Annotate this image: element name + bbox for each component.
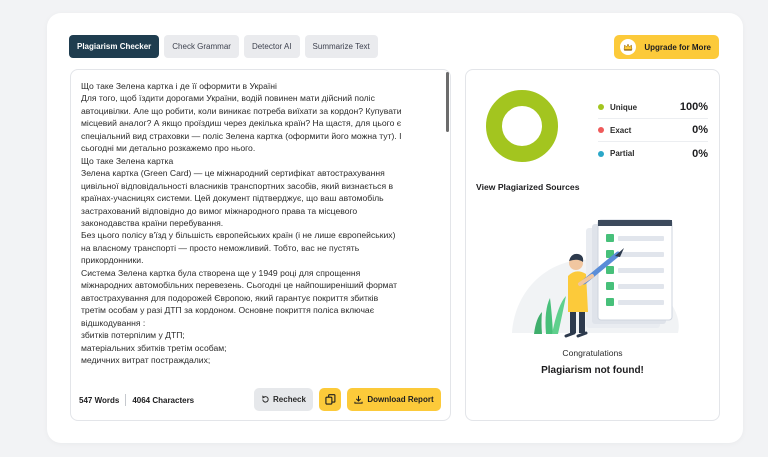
editor-text-line: міжнародних автомобільних перевезень. Сь… [81, 280, 398, 291]
legend-row-partial: Partial 0% [598, 142, 708, 165]
editor-text-line: країнах-учасницях системи. Цей документ … [81, 193, 384, 204]
editor-text-line: застрахований відповідно до вимог міжнар… [81, 205, 358, 216]
plagiarism-not-found-text: Plagiarism not found! [541, 365, 644, 376]
word-count: 547 Words [79, 395, 120, 405]
refresh-icon [262, 395, 269, 403]
editor-text-area[interactable]: Що таке Зелена картка і де її оформити в… [81, 80, 443, 382]
editor-text-line: збитків потерпілим у ДТП; [81, 330, 185, 341]
recheck-button[interactable]: Recheck [254, 388, 313, 411]
tab-plagiarism-checker[interactable]: Plagiarism Checker [69, 35, 160, 58]
editor-text-line: сьогодні ми детально розкажемо про нього… [81, 143, 256, 154]
editor-text-line: автострахування для подорожей Європою, я… [81, 292, 379, 303]
congratulations-text: Congratulations [562, 348, 623, 358]
tab-check-grammar[interactable]: Check Grammar [164, 35, 239, 58]
editor-text-line: матеріальних збитків третім особам; [81, 342, 227, 353]
tab-summarize-text[interactable]: Summarize Text [304, 35, 378, 58]
text-stats: 547 Words 4064 Characters [79, 388, 194, 412]
stats-divider [125, 394, 127, 406]
originality-donut-chart [486, 90, 558, 162]
main-card: Plagiarism Checker Check Grammar Detecto… [47, 13, 743, 443]
download-label: Download Report [367, 395, 434, 404]
editor-scrollbar[interactable] [446, 72, 449, 132]
editor-text-line: спеціальний вид страховки — поліс Зелена… [81, 130, 402, 141]
results-panel: Unique 100% Exact 0% Partial 0% View Pla… [465, 69, 720, 421]
checklist-illustration [512, 219, 679, 338]
unique-ring [486, 90, 558, 162]
results-legend: Unique 100% Exact 0% Partial 0% [598, 96, 708, 165]
tab-detector-ai[interactable]: Detector AI [243, 35, 300, 58]
partial-dot [598, 150, 604, 157]
legend-row-unique: Unique 100% [598, 96, 708, 119]
editor-text-line: Система Зелена картка була створена ще у… [81, 267, 361, 278]
editor-text-line: місцевий аналог? А якщо проїздиш через д… [81, 118, 402, 129]
copy-icon [324, 394, 335, 405]
legend-row-exact: Exact 0% [598, 119, 708, 142]
download-icon [354, 395, 363, 404]
crown-icon [620, 39, 637, 55]
exact-label: Exact [610, 125, 632, 135]
unique-value: 100% [679, 101, 708, 113]
editor-text-line: прикордонники. [81, 255, 144, 266]
recheck-label: Recheck [273, 395, 306, 404]
editor-text-line: третім особам у разі ДТП за кордоном. Ос… [81, 305, 375, 316]
editor-text-line: Без цього полісу в'їзд у більшість європ… [81, 230, 396, 241]
exact-value: 0% [692, 124, 708, 136]
editor-text-line: Що таке Зелена картка [81, 155, 174, 166]
text-editor[interactable]: Що таке Зелена картка і де її оформити в… [70, 69, 451, 421]
editor-text-line: законодавства країни перебування. [81, 217, 224, 228]
download-report-button[interactable]: Download Report [347, 388, 441, 411]
view-plagiarized-sources[interactable]: View Plagiarized Sources [476, 182, 580, 192]
editor-text-line: Для того, щоб їздити дорогами України, в… [81, 93, 375, 104]
upgrade-label: Upgrade for More [644, 42, 711, 52]
editor-text-line: медичних витрат постраждалих; [81, 354, 211, 365]
partial-value: 0% [692, 147, 708, 160]
editor-text-line: Зелена картка (Green Card) — це міжнарод… [81, 168, 385, 179]
unique-label: Unique [610, 102, 638, 112]
editor-text-line: цивільної відповідальності власників тра… [81, 180, 394, 191]
unique-dot [598, 104, 604, 110]
copy-button[interactable] [319, 388, 341, 411]
partial-label: Partial [610, 149, 635, 158]
editor-text-line: на власному транспорті — просто неможлив… [81, 242, 360, 253]
editor-text-line: Що таке Зелена картка і де її оформити в… [81, 81, 277, 91]
editor-text-line: відшкодування : [81, 317, 146, 328]
editor-footer: 547 Words 4064 Characters Recheck Downlo… [71, 388, 450, 412]
exact-dot [598, 127, 604, 133]
character-count: 4064 Characters [132, 395, 195, 405]
upgrade-button[interactable]: Upgrade for More [614, 35, 719, 59]
editor-text-line: автоцивілки. Але що робити, коли виникає… [81, 105, 402, 116]
tool-tabs: Plagiarism Checker Check Grammar Detecto… [69, 35, 378, 58]
